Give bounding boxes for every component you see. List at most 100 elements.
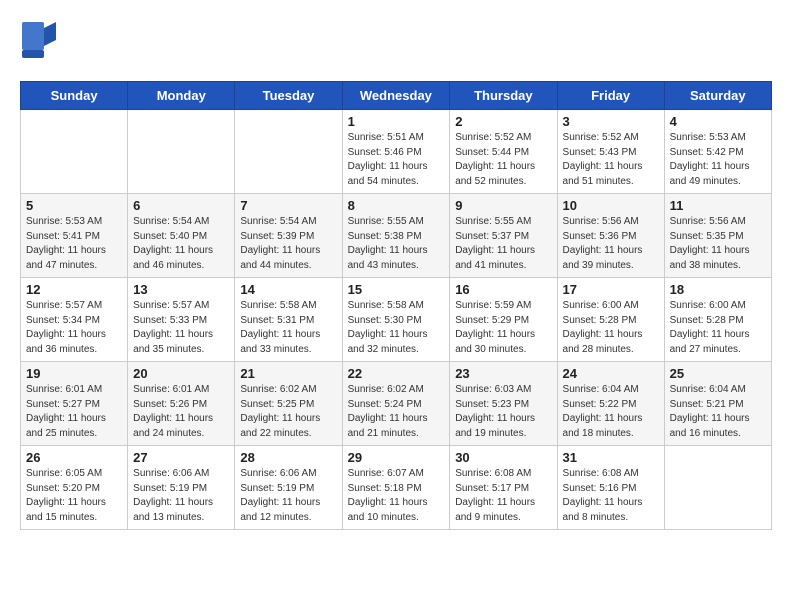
day-info: Sunrise: 5:53 AMSunset: 5:41 PMDaylight:… (26, 215, 122, 273)
day-number: 26 (26, 450, 122, 465)
day-number: 4 (670, 114, 766, 129)
day-info: Sunrise: 6:07 AMSunset: 5:18 PMDaylight:… (348, 467, 445, 525)
calendar-cell: 16 Sunrise: 5:59 AMSunset: 5:29 PMDayligh… (450, 278, 557, 362)
calendar-week-1: 1 Sunrise: 5:51 AMSunset: 5:46 PMDaylight… (21, 110, 772, 194)
page-container: SundayMondayTuesdayWednesdayThursdayFrid… (20, 20, 772, 530)
calendar-cell: 27 Sunrise: 6:06 AMSunset: 5:19 PMDayligh… (128, 446, 235, 530)
day-info: Sunrise: 6:05 AMSunset: 5:20 PMDaylight:… (26, 467, 122, 525)
day-info: Sunrise: 6:01 AMSunset: 5:27 PMDaylight:… (26, 383, 122, 441)
weekday-header-row: SundayMondayTuesdayWednesdayThursdayFrid… (21, 82, 772, 110)
day-number: 28 (240, 450, 336, 465)
calendar-cell: 26 Sunrise: 6:05 AMSunset: 5:20 PMDayligh… (21, 446, 128, 530)
day-info: Sunrise: 5:51 AMSunset: 5:46 PMDaylight:… (348, 131, 445, 189)
calendar-cell: 17Sunrise: 6:00 AMSunset: 5:28 PMDayligh… (557, 278, 664, 362)
day-number: 1 (348, 114, 445, 129)
day-number: 12 (26, 282, 122, 297)
day-number: 16 (455, 282, 551, 297)
calendar-cell: 21 Sunrise: 6:02 AMSunset: 5:25 PMDayligh… (235, 362, 342, 446)
calendar-cell: 2 Sunrise: 5:52 AMSunset: 5:44 PMDaylight… (450, 110, 557, 194)
day-info: Sunrise: 5:52 AMSunset: 5:44 PMDaylight:… (455, 131, 551, 189)
weekday-header-tuesday: Tuesday (235, 82, 342, 110)
day-number: 6 (133, 198, 229, 213)
day-number: 14 (240, 282, 336, 297)
day-info: Sunrise: 5:56 AMSunset: 5:36 PMDaylight:… (563, 215, 659, 273)
day-number: 29 (348, 450, 445, 465)
calendar-cell: 20 Sunrise: 6:01 AMSunset: 5:26 PMDayligh… (128, 362, 235, 446)
calendar-week-2: 5Sunrise: 5:53 AMSunset: 5:41 PMDaylight… (21, 194, 772, 278)
calendar-cell: 19 Sunrise: 6:01 AMSunset: 5:27 PMDayligh… (21, 362, 128, 446)
day-info: Sunrise: 5:58 AMSunset: 5:30 PMDaylight:… (348, 299, 445, 357)
calendar-week-5: 26 Sunrise: 6:05 AMSunset: 5:20 PMDayligh… (21, 446, 772, 530)
day-number: 3 (563, 114, 659, 129)
day-number: 11 (670, 198, 766, 213)
day-number: 7 (240, 198, 336, 213)
day-number: 20 (133, 366, 229, 381)
day-number: 27 (133, 450, 229, 465)
day-number: 31 (563, 450, 659, 465)
day-info: Sunrise: 6:08 AMSunset: 5:17 PMDaylight:… (455, 467, 551, 525)
calendar-week-4: 19 Sunrise: 6:01 AMSunset: 5:27 PMDayligh… (21, 362, 772, 446)
calendar-cell: 24Sunrise: 6:04 AMSunset: 5:22 PMDayligh… (557, 362, 664, 446)
day-number: 22 (348, 366, 445, 381)
calendar-cell: 14 Sunrise: 5:58 AMSunset: 5:31 PMDayligh… (235, 278, 342, 362)
calendar-table: SundayMondayTuesdayWednesdayThursdayFrid… (20, 81, 772, 530)
day-number: 23 (455, 366, 551, 381)
calendar-cell: 1 Sunrise: 5:51 AMSunset: 5:46 PMDaylight… (342, 110, 450, 194)
calendar-cell: 3 Sunrise: 5:52 AMSunset: 5:43 PMDaylight… (557, 110, 664, 194)
day-info: Sunrise: 5:54 AMSunset: 5:39 PMDaylight:… (240, 215, 336, 273)
day-info: Sunrise: 5:54 AMSunset: 5:40 PMDaylight:… (133, 215, 229, 273)
weekday-header-wednesday: Wednesday (342, 82, 450, 110)
day-number: 8 (348, 198, 445, 213)
day-info: Sunrise: 6:01 AMSunset: 5:26 PMDaylight:… (133, 383, 229, 441)
calendar-cell: 12Sunrise: 5:57 AMSunset: 5:34 PMDayligh… (21, 278, 128, 362)
calendar-cell: 23Sunrise: 6:03 AMSunset: 5:23 PMDayligh… (450, 362, 557, 446)
calendar-cell: 4Sunrise: 5:53 AMSunset: 5:42 PMDaylight… (664, 110, 771, 194)
calendar-cell: 8 Sunrise: 5:55 AMSunset: 5:38 PMDaylight… (342, 194, 450, 278)
day-number: 15 (348, 282, 445, 297)
day-info: Sunrise: 5:59 AMSunset: 5:29 PMDaylight:… (455, 299, 551, 357)
calendar-cell: 22 Sunrise: 6:02 AMSunset: 5:24 PMDayligh… (342, 362, 450, 446)
day-info: Sunrise: 6:04 AMSunset: 5:22 PMDaylight:… (563, 383, 659, 441)
day-info: Sunrise: 5:55 AMSunset: 5:38 PMDaylight:… (348, 215, 445, 273)
calendar-cell: 11Sunrise: 5:56 AMSunset: 5:35 PMDayligh… (664, 194, 771, 278)
day-number: 2 (455, 114, 551, 129)
calendar-cell: 29 Sunrise: 6:07 AMSunset: 5:18 PMDayligh… (342, 446, 450, 530)
day-info: Sunrise: 5:55 AMSunset: 5:37 PMDaylight:… (455, 215, 551, 273)
calendar-cell: 15 Sunrise: 5:58 AMSunset: 5:30 PMDayligh… (342, 278, 450, 362)
day-number: 10 (563, 198, 659, 213)
day-number: 13 (133, 282, 229, 297)
calendar-cell: 6 Sunrise: 5:54 AMSunset: 5:40 PMDaylight… (128, 194, 235, 278)
day-number: 19 (26, 366, 122, 381)
calendar-cell: 5Sunrise: 5:53 AMSunset: 5:41 PMDaylight… (21, 194, 128, 278)
header (20, 20, 772, 65)
calendar-cell: 7 Sunrise: 5:54 AMSunset: 5:39 PMDaylight… (235, 194, 342, 278)
calendar-cell: 31 Sunrise: 6:08 AMSunset: 5:16 PMDayligh… (557, 446, 664, 530)
calendar-cell (128, 110, 235, 194)
day-info: Sunrise: 6:06 AMSunset: 5:19 PMDaylight:… (133, 467, 229, 525)
logo (20, 20, 60, 65)
weekday-header-sunday: Sunday (21, 82, 128, 110)
calendar-cell (21, 110, 128, 194)
day-info: Sunrise: 5:52 AMSunset: 5:43 PMDaylight:… (563, 131, 659, 189)
calendar-cell: 13 Sunrise: 5:57 AMSunset: 5:33 PMDayligh… (128, 278, 235, 362)
day-info: Sunrise: 6:02 AMSunset: 5:25 PMDaylight:… (240, 383, 336, 441)
calendar-cell: 30 Sunrise: 6:08 AMSunset: 5:17 PMDayligh… (450, 446, 557, 530)
calendar-cell: 18Sunrise: 6:00 AMSunset: 5:28 PMDayligh… (664, 278, 771, 362)
weekday-header-saturday: Saturday (664, 82, 771, 110)
day-number: 18 (670, 282, 766, 297)
day-info: Sunrise: 6:00 AMSunset: 5:28 PMDaylight:… (563, 299, 659, 357)
weekday-header-monday: Monday (128, 82, 235, 110)
day-info: Sunrise: 5:57 AMSunset: 5:33 PMDaylight:… (133, 299, 229, 357)
day-info: Sunrise: 6:04 AMSunset: 5:21 PMDaylight:… (670, 383, 766, 441)
calendar-cell: 9Sunrise: 5:55 AMSunset: 5:37 PMDaylight… (450, 194, 557, 278)
day-info: Sunrise: 6:06 AMSunset: 5:19 PMDaylight:… (240, 467, 336, 525)
calendar-cell (235, 110, 342, 194)
day-info: Sunrise: 6:08 AMSunset: 5:16 PMDaylight:… (563, 467, 659, 525)
calendar-cell: 25 Sunrise: 6:04 AMSunset: 5:21 PMDayligh… (664, 362, 771, 446)
day-number: 21 (240, 366, 336, 381)
day-number: 30 (455, 450, 551, 465)
weekday-header-thursday: Thursday (450, 82, 557, 110)
day-info: Sunrise: 6:02 AMSunset: 5:24 PMDaylight:… (348, 383, 445, 441)
day-info: Sunrise: 5:58 AMSunset: 5:31 PMDaylight:… (240, 299, 336, 357)
day-number: 25 (670, 366, 766, 381)
